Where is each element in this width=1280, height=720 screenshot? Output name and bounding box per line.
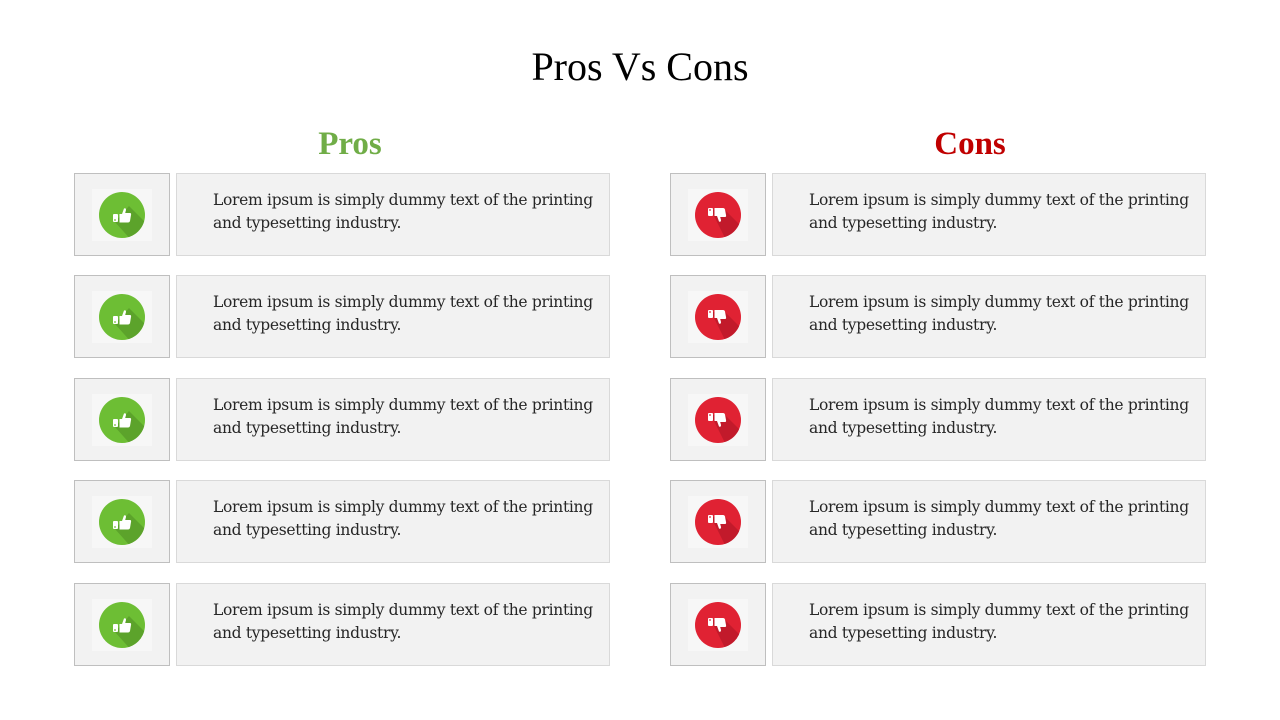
cons-item-text: Lorem ipsum is simply dummy text of the … <box>809 396 1189 437</box>
cons-text-box: Lorem ipsum is simply dummy text of the … <box>772 173 1206 256</box>
cons-icon-box <box>670 173 766 256</box>
slide-title: Pros Vs Cons <box>531 44 749 89</box>
pros-icon-box <box>74 480 170 563</box>
pros-item: Lorem ipsum is simply dummy text of the … <box>74 173 614 256</box>
thumbs-up-icon <box>92 598 152 651</box>
thumbs-down-icon <box>688 393 748 446</box>
cons-icon-box <box>670 480 766 563</box>
cons-text-box: Lorem ipsum is simply dummy text of the … <box>772 583 1206 666</box>
pros-heading: Pros <box>318 126 382 162</box>
cons-text-box: Lorem ipsum is simply dummy text of the … <box>772 275 1206 358</box>
thumbs-down-icon <box>688 598 748 651</box>
cons-item-text: Lorem ipsum is simply dummy text of the … <box>809 498 1189 539</box>
cons-heading: Cons <box>934 126 1006 162</box>
cons-item-text: Lorem ipsum is simply dummy text of the … <box>809 293 1189 334</box>
thumbs-up-icon <box>92 188 152 241</box>
pros-text-box: Lorem ipsum is simply dummy text of the … <box>176 378 610 461</box>
cons-item-text: Lorem ipsum is simply dummy text of the … <box>809 601 1189 642</box>
pros-item-text: Lorem ipsum is simply dummy text of the … <box>213 601 593 642</box>
cons-item-text: Lorem ipsum is simply dummy text of the … <box>809 191 1189 232</box>
pros-text-box: Lorem ipsum is simply dummy text of the … <box>176 275 610 358</box>
pros-icon-box <box>74 583 170 666</box>
pros-icon-box <box>74 275 170 358</box>
cons-icon-box <box>670 583 766 666</box>
pros-item-text: Lorem ipsum is simply dummy text of the … <box>213 191 593 232</box>
thumbs-up-icon <box>92 290 152 343</box>
pros-text-box: Lorem ipsum is simply dummy text of the … <box>176 480 610 563</box>
pros-item: Lorem ipsum is simply dummy text of the … <box>74 480 614 563</box>
cons-icon-box <box>670 378 766 461</box>
pros-item-text: Lorem ipsum is simply dummy text of the … <box>213 396 593 437</box>
thumbs-down-icon <box>688 290 748 343</box>
pros-item: Lorem ipsum is simply dummy text of the … <box>74 378 614 461</box>
cons-icon-box <box>670 275 766 358</box>
cons-item: Lorem ipsum is simply dummy text of the … <box>670 275 1210 358</box>
thumbs-up-icon <box>92 495 152 548</box>
cons-item: Lorem ipsum is simply dummy text of the … <box>670 583 1210 666</box>
thumbs-down-icon <box>688 188 748 241</box>
thumbs-up-icon <box>92 393 152 446</box>
pros-item: Lorem ipsum is simply dummy text of the … <box>74 275 614 358</box>
cons-item: Lorem ipsum is simply dummy text of the … <box>670 378 1210 461</box>
pros-item: Lorem ipsum is simply dummy text of the … <box>74 583 614 666</box>
pros-icon-box <box>74 378 170 461</box>
cons-item: Lorem ipsum is simply dummy text of the … <box>670 480 1210 563</box>
pros-text-box: Lorem ipsum is simply dummy text of the … <box>176 173 610 256</box>
cons-text-box: Lorem ipsum is simply dummy text of the … <box>772 378 1206 461</box>
pros-item-text: Lorem ipsum is simply dummy text of the … <box>213 293 593 334</box>
cons-text-box: Lorem ipsum is simply dummy text of the … <box>772 480 1206 563</box>
pros-item-text: Lorem ipsum is simply dummy text of the … <box>213 498 593 539</box>
thumbs-down-icon <box>688 495 748 548</box>
pros-icon-box <box>74 173 170 256</box>
pros-text-box: Lorem ipsum is simply dummy text of the … <box>176 583 610 666</box>
cons-item: Lorem ipsum is simply dummy text of the … <box>670 173 1210 256</box>
